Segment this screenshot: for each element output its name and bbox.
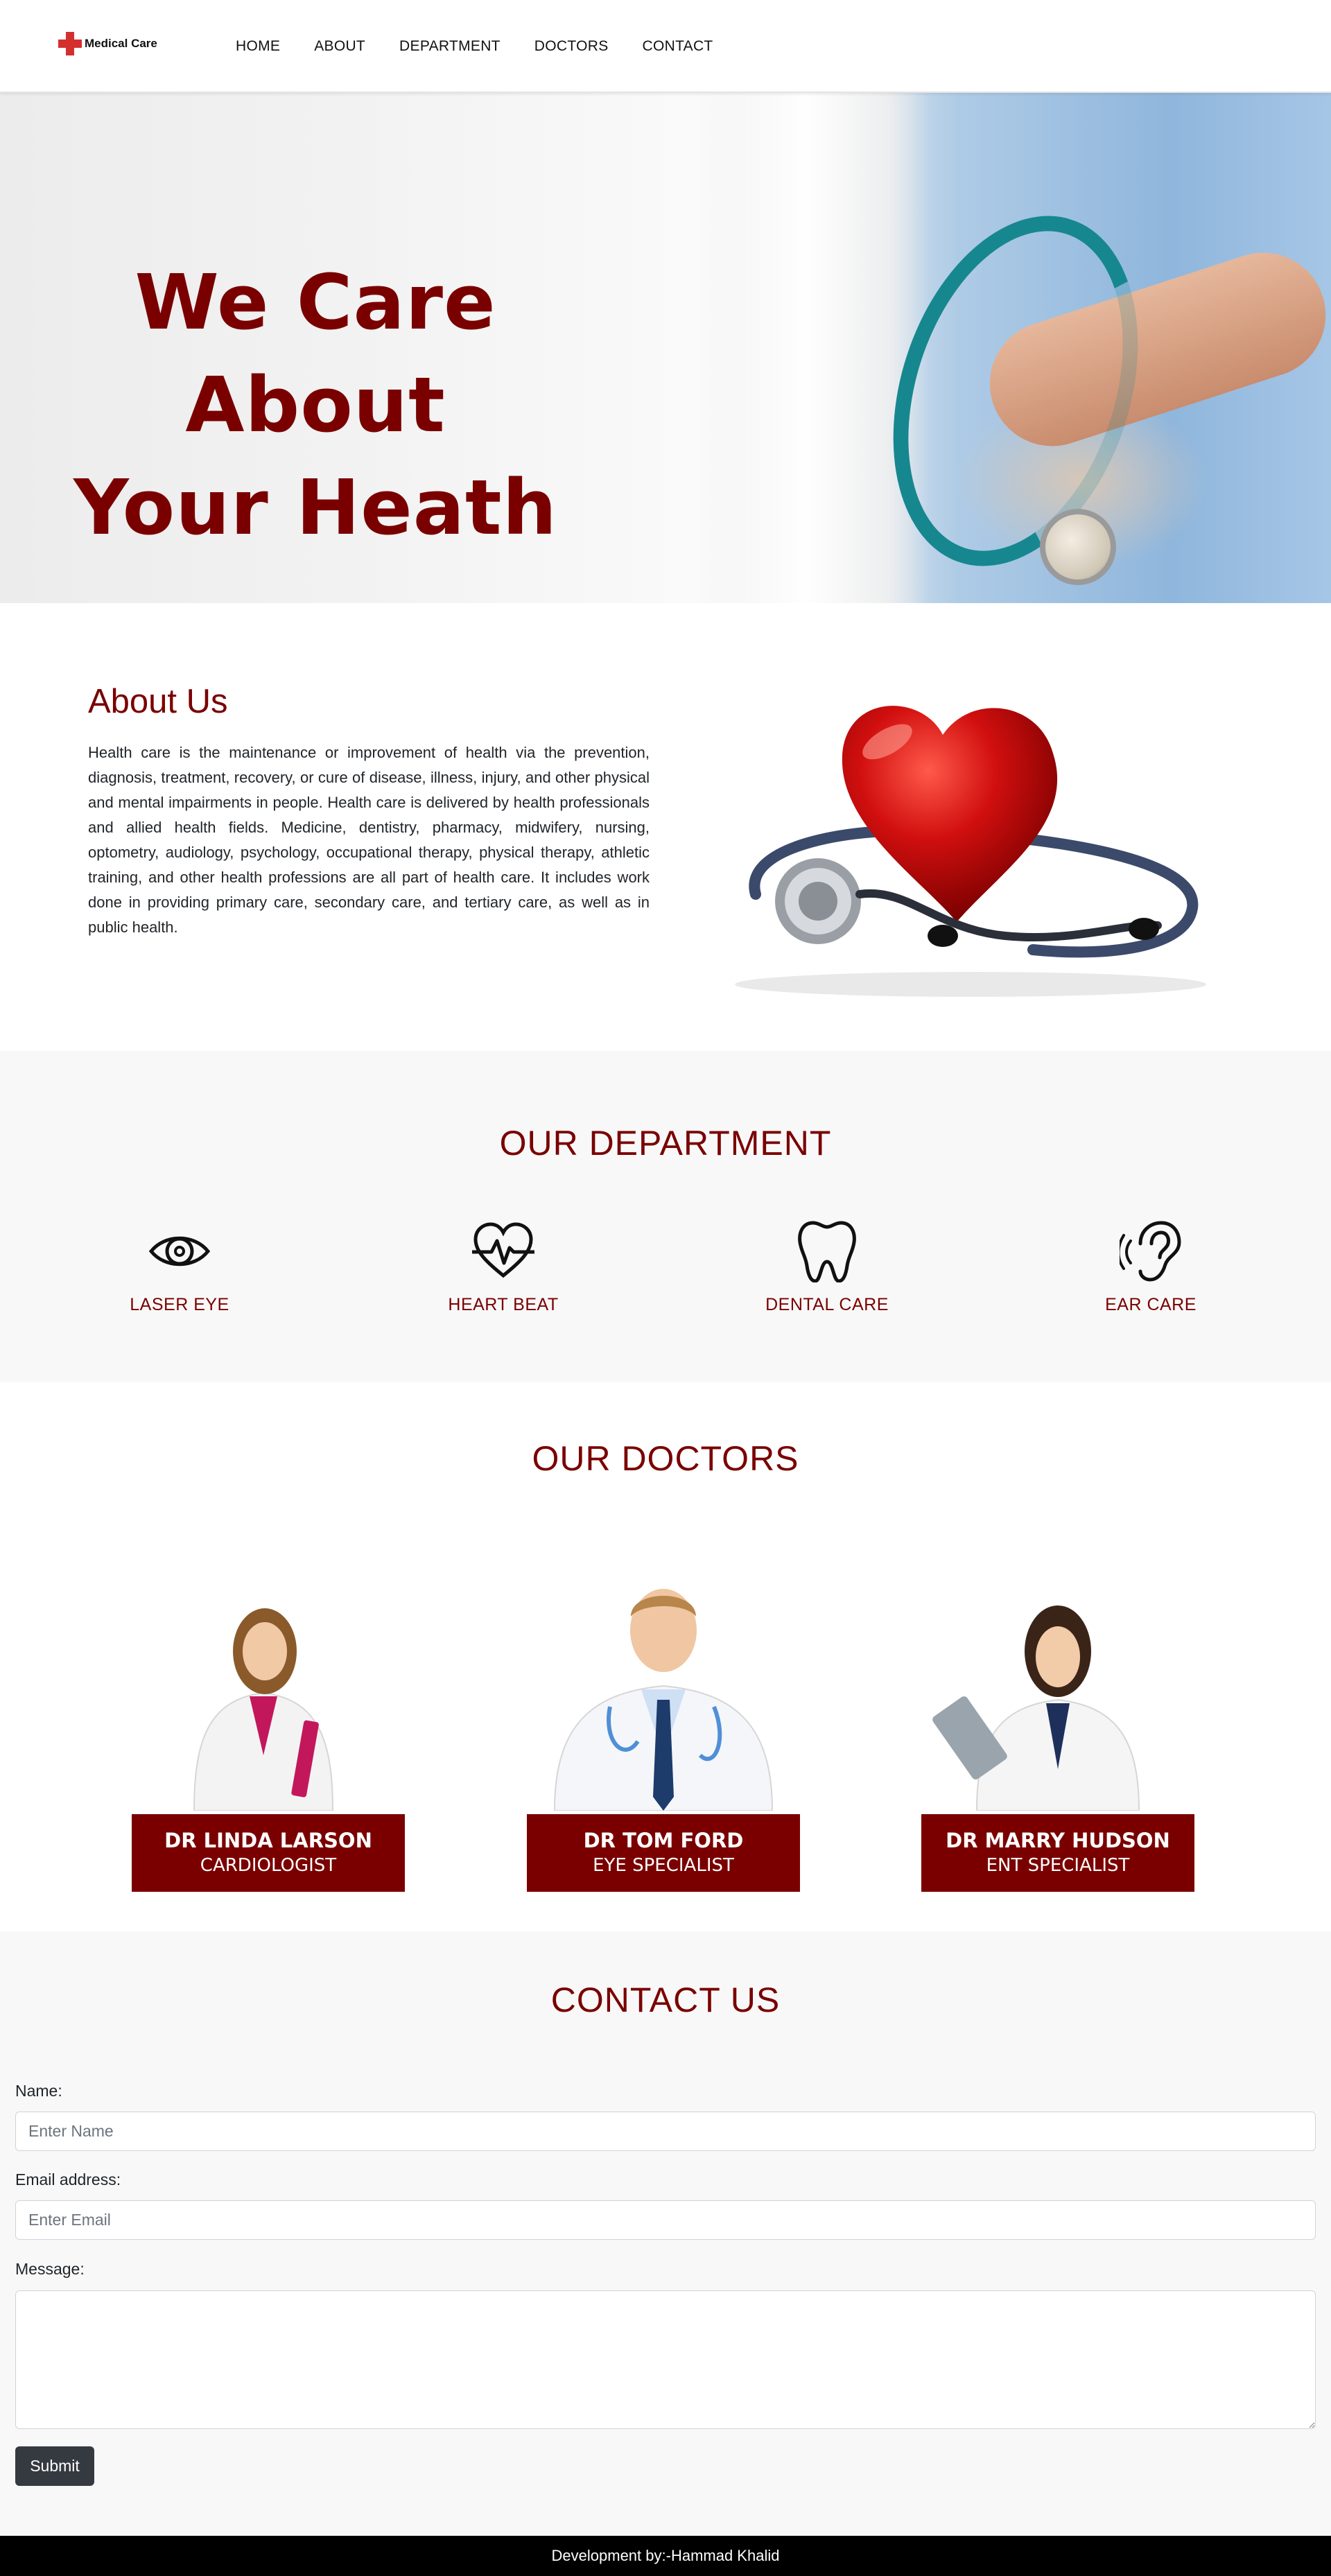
footer: Development by:-Hammad Khalid [0,2536,1331,2576]
red-cross-icon [58,32,82,55]
doctor-name: DR MARRY HUDSON [946,1829,1170,1852]
email-input[interactable] [15,2200,1316,2240]
hero-title: We Care About Your Heath [28,251,603,559]
department-section: OUR DEPARTMENT LASER EYE HEART BEAT DENT… [0,1051,1331,1382]
dept-label-dental-care: DENTAL CARE [765,1295,889,1314]
message-label: Message: [15,2260,85,2278]
brand-name: Medical Care [85,37,157,50]
nav-department[interactable]: DEPARTMENT [399,38,501,55]
nav-doctors[interactable]: DOCTORS [534,38,609,55]
doctor-card-tom[interactable]: DR TOM FORD EYE SPECIALIST [527,1547,800,1892]
doctor-caption: DR LINDA LARSON CARDIOLOGIST [132,1814,405,1892]
doctor-specialty: EYE SPECIALIST [593,1855,734,1876]
brand-logo[interactable]: Medical Care [58,32,157,55]
stethoscope-chestpiece-image [1040,509,1116,585]
heartbeat-icon [472,1222,534,1278]
name-label: Name: [15,2082,62,2100]
footer-credit: Development by:-Hammad Khalid [551,2547,780,2564]
nav-home[interactable]: HOME [236,38,280,55]
department-title: OUR DEPARTMENT [499,1124,832,1163]
doctors-title: OUR DOCTORS [532,1439,799,1478]
doctor-specialty: CARDIOLOGIST [200,1855,337,1876]
doctor-photo [553,1589,774,1811]
dept-item-ear-care[interactable]: EAR CARE [1026,1220,1276,1315]
navbar: Medical Care HOME ABOUT DEPARTMENT DOCTO… [0,0,1331,93]
doctor-photo [932,1605,1140,1811]
hero-title-line2: Your Heath [73,463,557,552]
hero-banner: We Care About Your Heath [0,93,1331,603]
doctor-card-marry[interactable]: DR MARRY HUDSON ENT SPECIALIST [921,1547,1194,1892]
about-title: About Us [88,683,228,720]
heart-stethoscope-image [735,706,1206,997]
ear-icon [1120,1221,1181,1282]
tooth-icon [798,1221,856,1282]
nav-about[interactable]: ABOUT [314,38,365,55]
submit-button[interactable]: Submit [15,2446,94,2486]
dept-label-laser-eye: LASER EYE [130,1295,229,1314]
email-label: Email address: [15,2170,121,2188]
message-textarea[interactable] [15,2290,1316,2429]
doctor-photo [193,1608,334,1811]
doctor-specialty: ENT SPECIALIST [986,1855,1130,1876]
doctor-name: DR LINDA LARSON [164,1829,372,1852]
dept-label-ear-care: EAR CARE [1105,1295,1197,1314]
main-nav: HOME ABOUT DEPARTMENT DOCTORS CONTACT [236,38,747,55]
doctor-caption: DR TOM FORD EYE SPECIALIST [527,1814,800,1892]
name-input[interactable] [15,2112,1316,2151]
dept-item-laser-eye[interactable]: LASER EYE [55,1220,304,1315]
dept-label-heart-beat: HEART BEAT [448,1295,559,1314]
about-text: Health care is the maintenance or improv… [88,744,650,936]
doctor-card-linda[interactable]: DR LINDA LARSON CARDIOLOGIST [132,1547,405,1892]
doctor-caption: DR MARRY HUDSON ENT SPECIALIST [921,1814,1194,1892]
nav-contact[interactable]: CONTACT [643,38,713,55]
hero-title-line1: We Care About [134,258,496,449]
doctor-name: DR TOM FORD [583,1829,744,1852]
dept-item-heart-beat[interactable]: HEART BEAT [379,1220,628,1315]
contact-title: CONTACT US [550,1981,781,2019]
dept-item-dental-care[interactable]: DENTAL CARE [702,1220,952,1315]
eye-icon [148,1236,211,1267]
hero-doctor-coat-image [721,93,929,603]
